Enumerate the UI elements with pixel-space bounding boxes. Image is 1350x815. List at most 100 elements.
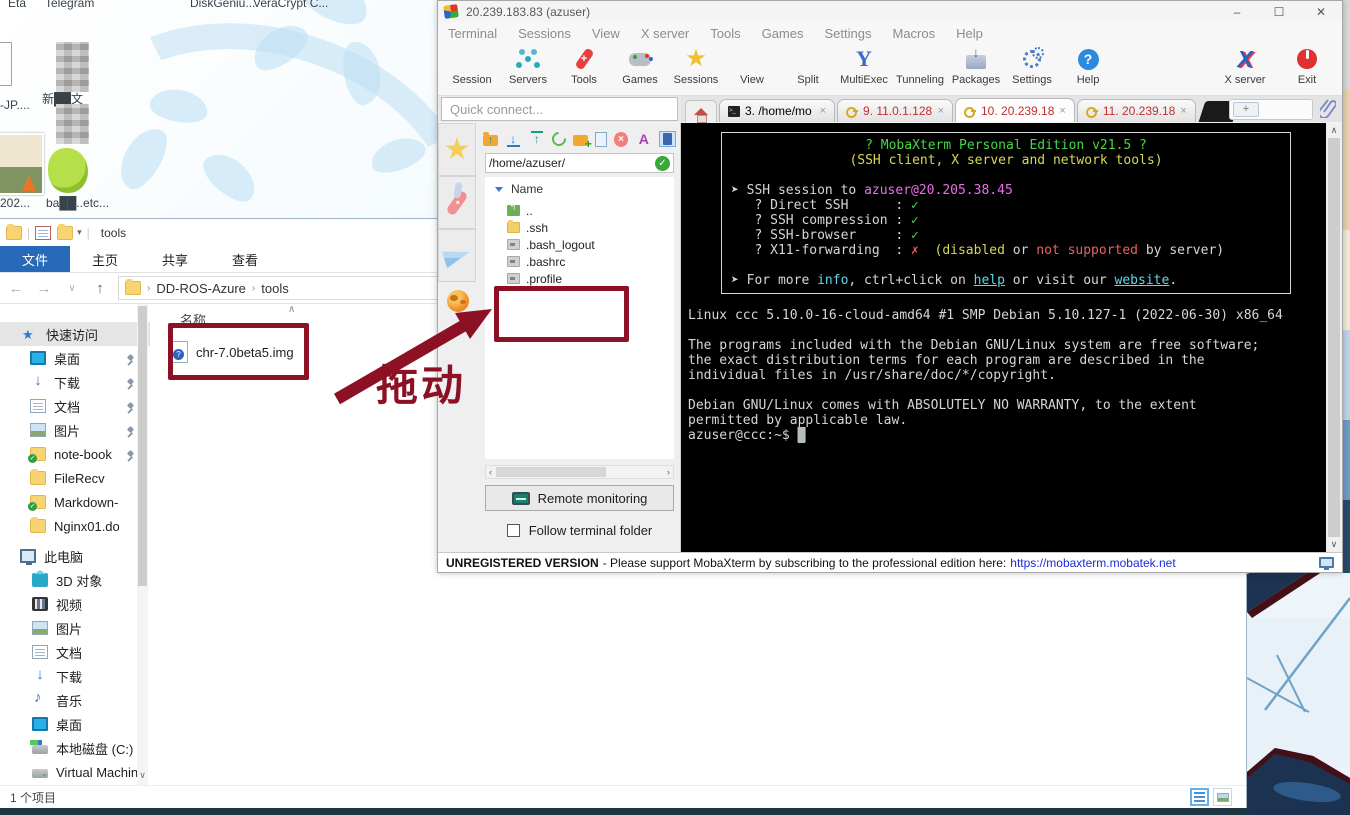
desktop-blurred-icon[interactable] <box>56 104 89 144</box>
menu-item[interactable]: Sessions <box>518 26 571 41</box>
terminal-screen[interactable]: ? MobaXterm Personal Edition v21.5 ?(SSH… <box>681 123 1326 552</box>
follow-terminal-checkbox[interactable] <box>507 524 520 537</box>
up-arrow-icon[interactable]: ↑ <box>90 280 110 297</box>
terminal-scrollbar[interactable]: ∧ ∨ <box>1326 123 1342 552</box>
toolbar-button[interactable]: View <box>724 46 780 86</box>
sidebar-item[interactable]: 本地磁盘 (C:) <box>0 736 150 760</box>
sidebar-item[interactable]: 桌面 <box>0 712 150 736</box>
toolbar-button[interactable]: Exit <box>1276 46 1338 86</box>
tab-close-icon[interactable]: × <box>938 105 944 117</box>
remote-file-row[interactable]: .ssh <box>485 219 674 236</box>
qat-properties-icon[interactable] <box>35 226 51 240</box>
desktop-icon-label[interactable]: 202... <box>0 196 30 210</box>
ribbon-tab[interactable]: 查看 <box>210 246 280 272</box>
menu-item[interactable]: Tools <box>710 26 740 41</box>
desktop-icon-label[interactable]: VeraCrypt C... <box>253 0 328 10</box>
sidebar-item[interactable]: Markdown-not <box>0 490 150 514</box>
sidebar-item[interactable]: 下载 <box>0 664 150 688</box>
maximize-button[interactable]: ☐ <box>1258 1 1300 22</box>
thumbnail-view-button[interactable] <box>1213 788 1232 806</box>
menu-item[interactable]: View <box>592 26 620 41</box>
menu-item[interactable]: Games <box>762 26 804 41</box>
sidebar-item[interactable]: 音乐 <box>0 688 150 712</box>
session-tab[interactable]: 11. 20.239.18 × <box>1077 99 1196 122</box>
tab-close-icon[interactable]: × <box>820 105 826 117</box>
remote-file-row[interactable]: .. <box>485 202 674 219</box>
session-tab[interactable]: 9. 11.0.1.128 × <box>837 99 953 122</box>
sidebar-item[interactable]: 文档 <box>0 394 150 418</box>
sidebar-item[interactable]: note-book <box>0 442 150 466</box>
remote-file-row[interactable]: .bash_logout <box>485 236 674 253</box>
scroll-down-icon[interactable]: ∨ <box>137 770 148 781</box>
quick-connect-input[interactable] <box>441 97 678 121</box>
subscription-link[interactable]: https://mobaxterm.mobatek.net <box>1010 556 1175 570</box>
home-tab-button[interactable] <box>685 100 717 122</box>
sort-caret-icon[interactable]: ∧ <box>288 304 295 315</box>
session-tab[interactable]: 10. 20.239.18 × <box>955 98 1075 122</box>
minimize-button[interactable]: – <box>1216 1 1258 22</box>
sidebar-item[interactable]: 视频 <box>0 592 150 616</box>
toolbar-button[interactable]: X X server <box>1214 46 1276 86</box>
follow-icon[interactable] <box>659 131 676 147</box>
breadcrumb-item[interactable]: DD-ROS-Azure <box>156 281 246 296</box>
tree-header[interactable]: Name <box>485 179 674 202</box>
remote-file-row[interactable]: .bashrc <box>485 253 674 270</box>
toolbar-button[interactable]: Split <box>780 46 836 86</box>
session-tab[interactable]: >_ 3. /home/mo × <box>719 99 835 122</box>
menu-item[interactable]: Terminal <box>448 26 497 41</box>
breadcrumb-item[interactable]: tools <box>261 281 288 296</box>
remote-monitoring-button[interactable]: Remote monitoring <box>485 485 674 511</box>
sidebar-item[interactable]: Nginx01.doc <box>0 514 150 538</box>
desktop-blurred-icon[interactable] <box>56 42 89 92</box>
sidebar-item[interactable]: Virtual Machine <box>0 760 150 784</box>
toolbar-button[interactable]: Settings <box>1004 46 1060 86</box>
scroll-up-icon[interactable]: ∧ <box>1331 125 1338 136</box>
globe-icon[interactable] <box>447 290 469 312</box>
nav-scrollbar[interactable]: ∨ <box>137 304 148 785</box>
desktop-icon-label[interactable]: -JP.... <box>0 98 30 112</box>
tab-close-icon[interactable]: × <box>1180 105 1186 117</box>
desktop-icon-label[interactable]: Telegram <box>45 0 94 10</box>
desktop-icon-label[interactable]: DiskGeniu... <box>190 0 255 10</box>
sidebar-item-quick-access[interactable]: ★ 快速访问 <box>0 322 150 346</box>
new-file-icon[interactable] <box>595 132 607 147</box>
toolbar-button[interactable]: Session <box>444 46 500 86</box>
details-view-button[interactable] <box>1190 788 1209 806</box>
folder-up-icon[interactable]: ↑ <box>483 135 498 146</box>
sidebar-item[interactable]: 文档 <box>0 640 150 664</box>
desktop-green-app-icon[interactable] <box>48 148 88 193</box>
menu-item[interactable]: Help <box>956 26 983 41</box>
desktop-photo-icon[interactable] <box>0 133 44 195</box>
ribbon-tab[interactable]: 共享 <box>140 246 210 272</box>
sidebar-item[interactable]: 图片 <box>0 418 150 442</box>
sidebar-item-this-pc[interactable]: 此电脑 <box>0 544 150 568</box>
menu-item[interactable]: X server <box>641 26 689 41</box>
sidebar-item[interactable]: 桌面 <box>0 346 150 370</box>
toolbar-button[interactable]: ★ Sessions <box>668 46 724 86</box>
mobaxterm-titlebar[interactable]: 20.239.183.83 (azuser) – ☐ ✕ <box>438 1 1342 22</box>
upload-icon[interactable]: ↑ <box>529 131 546 147</box>
menu-item[interactable]: Settings <box>825 26 872 41</box>
sidebar-item[interactable]: 下载 <box>0 370 150 394</box>
ribbon-tab[interactable]: 主页 <box>70 246 140 272</box>
toolbar-button[interactable]: Servers <box>500 46 556 86</box>
ribbon-tab[interactable]: 文件 <box>0 246 70 272</box>
toolbar-button[interactable]: Tunneling <box>892 46 948 86</box>
desktop-icon-label[interactable]: ba██..etc... <box>46 196 109 210</box>
delete-icon[interactable]: × <box>614 132 629 147</box>
sidebar-item[interactable]: FileRecv <box>0 466 150 490</box>
new-folder-icon[interactable] <box>573 135 588 146</box>
refresh-icon[interactable] <box>549 129 569 149</box>
paperclip-icon[interactable] <box>1320 98 1336 123</box>
forward-arrow-icon[interactable]: → <box>34 280 54 297</box>
toolbar-button[interactable]: Games <box>612 46 668 86</box>
sessions-panel-button[interactable]: ★ <box>438 123 476 176</box>
desktop-icon-label[interactable]: Eta <box>8 0 26 10</box>
toolbar-button[interactable]: Y MultiExec <box>836 46 892 86</box>
recent-locations-icon[interactable]: ∨ <box>62 283 82 294</box>
toolbar-button[interactable]: Tools <box>556 46 612 86</box>
download-icon[interactable]: ↓ <box>505 131 522 147</box>
remote-file-row[interactable]: .profile <box>485 270 674 287</box>
toolbar-button[interactable]: Help <box>1060 46 1116 86</box>
macros-panel-button[interactable] <box>438 229 476 282</box>
